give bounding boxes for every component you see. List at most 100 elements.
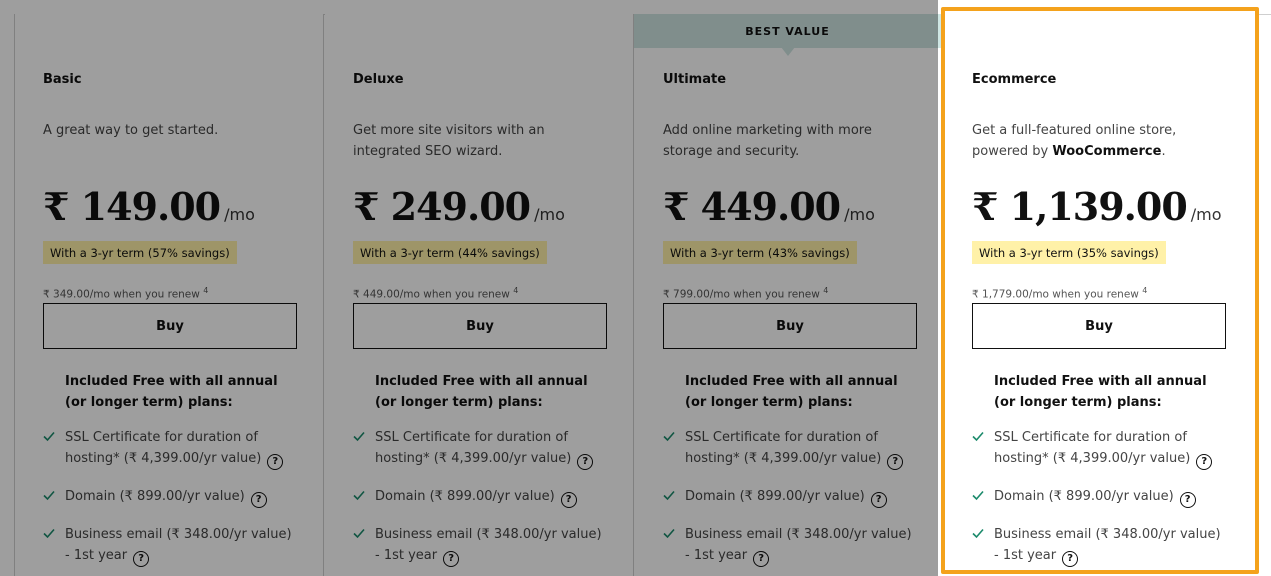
feature-email: Business email (₹ 348.00/yr value) - 1st… <box>353 524 609 567</box>
price-period: /mo <box>534 205 565 224</box>
feature-domain: Domain (₹ 899.00/yr value)? <box>972 486 1228 508</box>
savings-badge: With a 3-yr term (35% savings) <box>972 241 1166 264</box>
feature-domain: Domain (₹ 899.00/yr value)? <box>43 486 299 508</box>
renewal-price: ₹ 449.00/mo when you renew 4 <box>353 286 518 301</box>
buy-button[interactable]: Buy <box>353 303 607 349</box>
renewal-text: ₹ 349.00/mo when you renew <box>43 288 200 301</box>
plan-card-ecommerce: Ecommerce Get a full-featured online sto… <box>941 7 1259 574</box>
savings-badge: With a 3-yr term (44% savings) <box>353 241 547 264</box>
help-icon[interactable]: ? <box>133 551 150 567</box>
footnote-marker[interactable]: 4 <box>203 286 208 295</box>
feature-text: Business email (₹ 348.00/yr value) - 1st… <box>65 527 292 563</box>
feature-text: SSL Certificate for duration of hosting*… <box>65 430 262 466</box>
help-icon[interactable]: ? <box>560 492 577 508</box>
feature-text: Domain (₹ 899.00/yr value) <box>994 489 1174 504</box>
plan-description: Get more site visitors with an integrate… <box>353 123 545 159</box>
check-icon <box>353 528 365 539</box>
renewal-text: ₹ 799.00/mo when you renew <box>663 288 820 301</box>
savings-badge: With a 3-yr term (57% savings) <box>43 241 237 264</box>
help-icon[interactable]: ? <box>250 492 267 508</box>
check-icon <box>663 431 675 442</box>
plan-name: Deluxe <box>353 72 404 87</box>
feature-text: Domain (₹ 899.00/yr value) <box>65 489 245 504</box>
price-row: ₹ 249.00/mo <box>353 184 565 229</box>
plan-price: ₹ 249.00 <box>353 184 531 229</box>
renewal-text: ₹ 1,779.00/mo when you renew <box>972 288 1139 301</box>
plan-description-end: . <box>1161 144 1166 159</box>
plan-description: Add online marketing with more storage a… <box>663 123 872 159</box>
feature-text: SSL Certificate for duration of hosting*… <box>375 430 572 466</box>
buy-button[interactable]: Buy <box>43 303 297 349</box>
help-icon[interactable]: ? <box>577 454 594 470</box>
renewal-text: ₹ 449.00/mo when you renew <box>353 288 510 301</box>
help-icon[interactable]: ? <box>1196 454 1213 470</box>
help-icon[interactable]: ? <box>1179 492 1196 508</box>
plan-price: ₹ 1,139.00 <box>972 184 1188 229</box>
best-value-badge: BEST VALUE <box>634 14 941 48</box>
plan-price: ₹ 149.00 <box>43 184 221 229</box>
help-icon[interactable]: ? <box>443 551 460 567</box>
included-heading: Included Free with all annual (or longer… <box>685 374 898 410</box>
plan-description: Get a full-featured online store, powere… <box>972 120 1222 162</box>
feature-text: Domain (₹ 899.00/yr value) <box>375 489 555 504</box>
footnote-marker[interactable]: 4 <box>513 286 518 295</box>
included-heading: Included Free with all annual (or longer… <box>375 374 588 410</box>
check-icon <box>663 528 675 539</box>
price-period: /mo <box>1190 205 1222 224</box>
renewal-price: ₹ 799.00/mo when you renew 4 <box>663 286 828 301</box>
included-heading: Included Free with all annual (or longer… <box>994 374 1207 410</box>
plan-price: ₹ 449.00 <box>663 184 841 229</box>
feature-ssl: SSL Certificate for duration of hosting*… <box>43 427 299 470</box>
best-value-label: BEST VALUE <box>745 25 830 38</box>
help-icon[interactable]: ? <box>753 551 770 567</box>
plan-card-ultimate: Ultimate Add online marketing with more … <box>635 14 941 576</box>
woocommerce-name: WooCommerce <box>1052 144 1162 159</box>
check-icon <box>663 490 675 501</box>
feature-text: Business email (₹ 348.00/yr value) - 1st… <box>685 527 912 563</box>
savings-badge: With a 3-yr term (43% savings) <box>663 241 857 264</box>
check-icon <box>43 431 55 442</box>
feature-email: Business email (₹ 348.00/yr value) - 1st… <box>663 524 919 567</box>
help-icon[interactable]: ? <box>870 492 887 508</box>
feature-domain: Domain (₹ 899.00/yr value)? <box>353 486 609 508</box>
feature-domain: Domain (₹ 899.00/yr value)? <box>663 486 919 508</box>
feature-ssl: SSL Certificate for duration of hosting*… <box>353 427 609 470</box>
help-icon[interactable]: ? <box>267 454 284 470</box>
help-icon[interactable]: ? <box>1062 551 1079 567</box>
included-heading: Included Free with all annual (or longer… <box>65 374 278 410</box>
plan-name: Basic <box>43 72 82 87</box>
plan-card-basic: Basic A great way to get started. ₹ 149.… <box>15 14 324 576</box>
buy-button[interactable]: Buy <box>663 303 917 349</box>
plan-name: Ultimate <box>663 72 727 87</box>
check-icon <box>353 490 365 501</box>
feature-email: Business email (₹ 348.00/yr value) - 1st… <box>43 524 299 567</box>
price-row: ₹ 1,139.00/mo <box>972 184 1222 229</box>
price-row: ₹ 149.00/mo <box>43 184 255 229</box>
feature-text: SSL Certificate for duration of hosting*… <box>685 430 882 466</box>
price-period: /mo <box>224 205 255 224</box>
check-icon <box>972 490 984 501</box>
price-period: /mo <box>844 205 875 224</box>
feature-text: Business email (₹ 348.00/yr value) - 1st… <box>375 527 602 563</box>
check-icon <box>43 528 55 539</box>
buy-button[interactable]: Buy <box>972 303 1226 349</box>
price-row: ₹ 449.00/mo <box>663 184 875 229</box>
feature-text: Domain (₹ 899.00/yr value) <box>685 489 865 504</box>
feature-email: Business email (₹ 348.00/yr value) - 1st… <box>972 524 1228 567</box>
footnote-marker[interactable]: 4 <box>1142 286 1147 295</box>
plan-description: A great way to get started. <box>43 123 219 138</box>
feature-ssl: SSL Certificate for duration of hosting*… <box>663 427 919 470</box>
plan-name: Ecommerce <box>972 72 1057 87</box>
help-icon[interactable]: ? <box>887 454 904 470</box>
footnote-marker[interactable]: 4 <box>823 286 828 295</box>
feature-text: SSL Certificate for duration of hosting*… <box>994 430 1191 466</box>
check-icon <box>353 431 365 442</box>
check-icon <box>972 431 984 442</box>
check-icon <box>972 528 984 539</box>
feature-text: Business email (₹ 348.00/yr value) - 1st… <box>994 527 1221 563</box>
best-value-badge-pointer <box>781 47 795 56</box>
check-icon <box>43 490 55 501</box>
renewal-price: ₹ 349.00/mo when you renew 4 <box>43 286 208 301</box>
plan-card-deluxe: Deluxe Get more site visitors with an in… <box>325 14 634 576</box>
renewal-price: ₹ 1,779.00/mo when you renew 4 <box>972 286 1147 301</box>
